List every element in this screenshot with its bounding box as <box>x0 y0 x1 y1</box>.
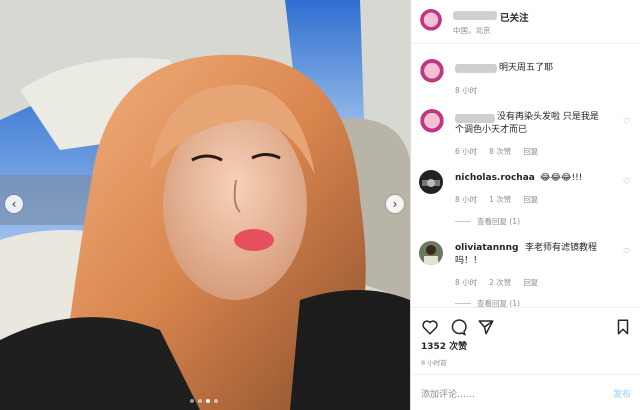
reply-button[interactable]: 回复 <box>523 146 538 157</box>
comment-text-line2: 个调色小天才而已 <box>455 125 528 135</box>
avatar-image <box>422 179 440 187</box>
comment-icon[interactable] <box>449 318 467 336</box>
post-time[interactable]: 8 小时前 <box>421 357 447 367</box>
view-replies-label: 查看回复 (1) <box>477 217 521 226</box>
previous-image-button[interactable]: ‹ <box>5 195 23 213</box>
commenter-username-redacted[interactable] <box>455 114 495 123</box>
caption-meta: 8 小时 <box>455 85 477 96</box>
comment-meta: 6 小时 8 次赞 回复 <box>455 146 538 157</box>
commenter-avatar[interactable] <box>419 109 445 135</box>
commenter-avatar[interactable] <box>419 170 443 194</box>
add-comment-bar: 添加评论…… 发布 <box>411 374 640 410</box>
timestamp: 8 小时 <box>455 278 478 287</box>
like-comment-heart-icon[interactable]: ♡ <box>623 117 631 126</box>
post-photo: ‹ › <box>0 0 410 410</box>
reply-button[interactable]: 回复 <box>523 194 538 205</box>
timestamp: 6 小时 <box>455 147 478 156</box>
reply-button[interactable]: 回复 <box>523 277 538 288</box>
commenter-username[interactable]: nicholas.rochaa <box>455 172 535 185</box>
chevron-left-icon: ‹ <box>11 197 17 211</box>
next-image-button[interactable]: › <box>386 195 404 213</box>
author-username-redacted[interactable] <box>455 64 497 73</box>
comment-text-line1: 没有再染头发啦 只是我是 <box>497 112 599 122</box>
comment-meta: 8 小时 2 次赞 回复 <box>455 277 538 288</box>
author-username-redacted[interactable] <box>453 11 497 20</box>
divider-line <box>455 303 471 304</box>
post-details-panel: 已关注 中国，北京 明天周五了耶 8 小时 没有再染头发啦 只是我是 个调色小天… <box>410 0 640 410</box>
comment-text-line2: 吗！！ <box>455 256 483 266</box>
avatar-image <box>424 245 438 265</box>
like-count[interactable]: 1 次赞 <box>489 194 511 205</box>
divider-line <box>455 221 471 222</box>
timestamp: 8 小时 <box>455 195 478 204</box>
like-comment-heart-icon[interactable]: ♡ <box>623 247 631 256</box>
chevron-right-icon: › <box>392 197 398 211</box>
carousel-indicator <box>190 399 218 403</box>
comment-text-line1: 李老师有滤镜教程 <box>525 243 598 253</box>
view-replies-button[interactable]: 查看回复 (1) <box>455 216 520 227</box>
location-label[interactable]: 中国，北京 <box>453 25 491 36</box>
share-icon[interactable] <box>477 318 495 336</box>
like-count[interactable]: 2 次赞 <box>489 277 511 288</box>
like-count[interactable]: 8 次赞 <box>489 146 511 157</box>
bookmark-icon[interactable] <box>614 318 632 336</box>
comment-meta: 8 小时 1 次赞 回复 <box>455 194 538 205</box>
actions-divider <box>411 307 640 308</box>
likes-count[interactable]: 1352 次赞 <box>421 339 467 352</box>
carousel-dot-active <box>206 399 210 403</box>
caption-text: 明天周五了耶 <box>499 63 554 73</box>
heart-icon[interactable] <box>421 318 439 336</box>
post-header: 已关注 中国，北京 <box>411 0 640 44</box>
carousel-dot <box>190 399 194 403</box>
author-avatar[interactable] <box>419 9 443 33</box>
like-comment-heart-icon[interactable]: ♡ <box>623 177 631 186</box>
commenter-avatar[interactable] <box>419 241 443 265</box>
instagram-post-view: ‹ › 已关注 中国，北京 明天周五了耶 8 小时 没有再染头发啦 只是我是 个… <box>0 0 640 410</box>
selfie-image <box>0 0 410 410</box>
author-avatar[interactable] <box>419 59 445 85</box>
comment-text: 😂😂😂!!! <box>540 173 583 183</box>
comment-input[interactable]: 添加评论…… <box>421 387 475 400</box>
commenter-username[interactable]: oliviatannng <box>455 242 518 255</box>
carousel-dot <box>198 399 202 403</box>
carousel-dot <box>214 399 218 403</box>
post-comment-button[interactable]: 发布 <box>613 387 631 400</box>
timestamp: 8 小时 <box>455 86 478 95</box>
following-status[interactable]: 已关注 <box>500 10 529 24</box>
